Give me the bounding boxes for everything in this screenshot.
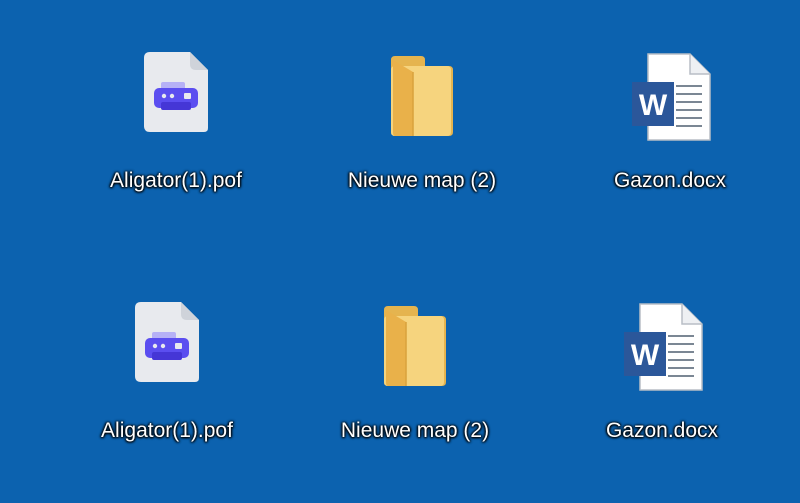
word-document-icon: W — [626, 52, 714, 142]
desktop-icon-aligator-pof[interactable]: Aligator(1).pof — [67, 302, 267, 452]
desktop-icon-label: Nieuwe map (2) — [340, 419, 490, 442]
pdf-printer-icon — [144, 52, 208, 132]
desktop-icon-gazon-docx[interactable]: W Gazon.docx — [562, 302, 762, 452]
desktop-icon-nieuwe-map[interactable]: Nieuwe map (2) — [315, 302, 515, 452]
desktop-icon-label: Gazon.docx — [613, 169, 727, 192]
desktop-icon-nieuwe-map[interactable]: Nieuwe map (2) — [322, 52, 522, 202]
desktop-icon-label: Aligator(1).pof — [101, 419, 233, 442]
desktop-icon-label: Aligator(1).pof — [110, 169, 242, 192]
folder-icon — [384, 302, 446, 388]
folder-icon — [391, 52, 453, 138]
word-document-icon: W — [618, 302, 706, 392]
desktop-icon-label: Nieuwe map (2) — [347, 169, 497, 192]
desktop-icon-aligator-pof[interactable]: Aligator(1).pof — [76, 52, 276, 202]
desktop-icon-label: Gazon.docx — [605, 419, 719, 442]
desktop-icon-gazon-docx[interactable]: W Gazon.docx — [570, 52, 770, 202]
pdf-printer-icon — [135, 302, 199, 382]
word-letter: W — [639, 89, 668, 122]
desktop[interactable]: Aligator(1).pof Nieuwe map (2) W Gazon.d… — [0, 0, 800, 503]
word-letter: W — [631, 339, 660, 372]
